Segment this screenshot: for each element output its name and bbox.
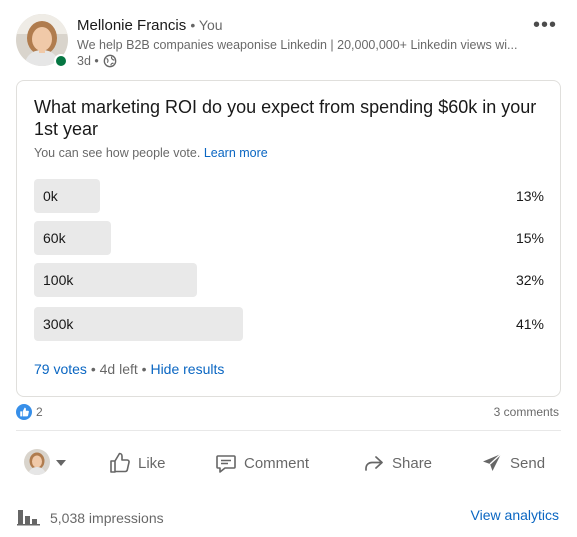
poll-option-percent: 13%: [515, 188, 544, 204]
poll-option: 300k 41%: [34, 307, 544, 341]
comment-label: Comment: [244, 454, 310, 472]
chevron-down-icon[interactable]: [56, 460, 66, 466]
poll-option-label: 300k: [43, 316, 74, 332]
share-arrow-icon: [362, 451, 386, 475]
send-label: Send: [510, 454, 546, 472]
view-analytics-link[interactable]: View analytics: [471, 507, 559, 523]
comments-count[interactable]: 3 comments: [494, 405, 559, 419]
author-name[interactable]: Mellonie Francis: [77, 17, 186, 34]
poll-option: 60k 15%: [34, 221, 544, 255]
poll-option-percent: 41%: [515, 316, 544, 332]
post-time: 3d •: [77, 54, 99, 68]
poll-option-percent: 32%: [515, 272, 544, 288]
like-reaction-icon: [16, 404, 32, 420]
post-card: Mellonie Francis • You We help B2B compa…: [0, 0, 577, 537]
post-meta: 3d •: [77, 54, 117, 68]
reactions-summary[interactable]: 2: [16, 404, 43, 420]
poll-note: You can see how people vote. Learn more: [34, 146, 268, 160]
poll-note-text: You can see how people vote.: [34, 146, 201, 160]
poll-container: What marketing ROI do you expect from sp…: [16, 80, 561, 397]
learn-more-link[interactable]: Learn more: [204, 146, 268, 160]
comment-button[interactable]: Comment: [214, 441, 309, 485]
online-status-dot: [54, 54, 68, 68]
like-button[interactable]: Like: [108, 441, 166, 485]
analytics-footer: 5,038 impressions View analytics: [0, 500, 577, 532]
actor-avatar[interactable]: [24, 449, 50, 475]
author-headline: We help B2B companies weaponise Linkedin…: [77, 38, 518, 52]
divider: [16, 430, 561, 431]
poll-time-left: • 4d left •: [90, 361, 147, 377]
send-icon: [480, 451, 504, 475]
hide-results-link[interactable]: Hide results: [150, 361, 224, 377]
poll-option-label: 0k: [43, 188, 58, 204]
poll-option-percent: 15%: [515, 230, 544, 246]
like-label: Like: [138, 454, 166, 472]
author-relation: • You: [190, 17, 223, 33]
reaction-count: 2: [36, 405, 43, 419]
bar-chart-icon: [17, 506, 41, 529]
impressions-count: 5,038 impressions: [50, 509, 164, 526]
votes-link[interactable]: 79 votes: [34, 361, 87, 377]
poll-option-label: 60k: [43, 230, 66, 246]
impressions[interactable]: 5,038 impressions: [17, 506, 164, 529]
share-label: Share: [392, 454, 433, 472]
poll-option-label: 100k: [43, 272, 74, 288]
author-name-line: Mellonie Francis • You: [77, 17, 223, 34]
comment-icon: [214, 451, 238, 475]
poll-footer: 79 votes • 4d left • Hide results: [34, 361, 224, 377]
poll-option: 0k 13%: [34, 179, 544, 213]
send-button[interactable]: Send: [480, 441, 545, 485]
thumbs-up-icon: [108, 451, 132, 475]
action-bar: Like Comment Share Send: [0, 441, 577, 485]
poll-question: What marketing ROI do you expect from sp…: [34, 97, 537, 139]
more-options-icon[interactable]: •••: [533, 14, 557, 37]
share-button[interactable]: Share: [362, 441, 432, 485]
poll-option: 100k 32%: [34, 263, 544, 297]
globe-icon: [103, 54, 117, 68]
